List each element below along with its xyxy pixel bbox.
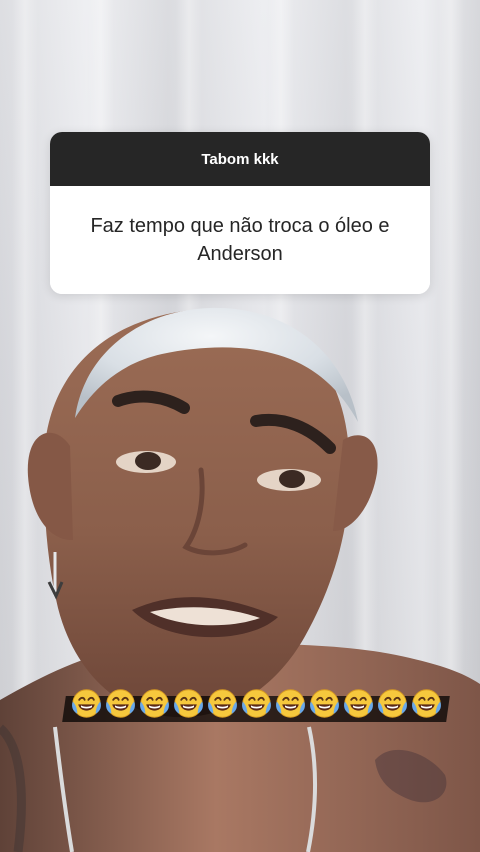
face-with-tears-of-joy-icon bbox=[70, 687, 103, 720]
face-with-tears-of-joy-icon bbox=[138, 687, 171, 720]
person-photo bbox=[0, 307, 480, 852]
face-with-tears-of-joy-icon bbox=[240, 687, 273, 720]
face-with-tears-of-joy-icon bbox=[206, 687, 239, 720]
face-with-tears-of-joy-icon bbox=[308, 687, 341, 720]
emoji-row bbox=[70, 683, 450, 723]
face-with-tears-of-joy-icon bbox=[172, 687, 205, 720]
question-sticker: Tabom kkk Faz tempo que não troca o óleo… bbox=[50, 132, 430, 294]
face-with-tears-of-joy-icon bbox=[342, 687, 375, 720]
face-with-tears-of-joy-icon bbox=[104, 687, 137, 720]
question-sticker-text: Faz tempo que não troca o óleo e Anderso… bbox=[50, 186, 430, 294]
face-with-tears-of-joy-icon bbox=[376, 687, 409, 720]
face-with-tears-of-joy-icon bbox=[410, 687, 443, 720]
story-viewer[interactable]: Tabom kkk Faz tempo que não troca o óleo… bbox=[0, 0, 480, 852]
face-with-tears-of-joy-icon bbox=[274, 687, 307, 720]
question-sticker-header: Tabom kkk bbox=[50, 132, 430, 186]
